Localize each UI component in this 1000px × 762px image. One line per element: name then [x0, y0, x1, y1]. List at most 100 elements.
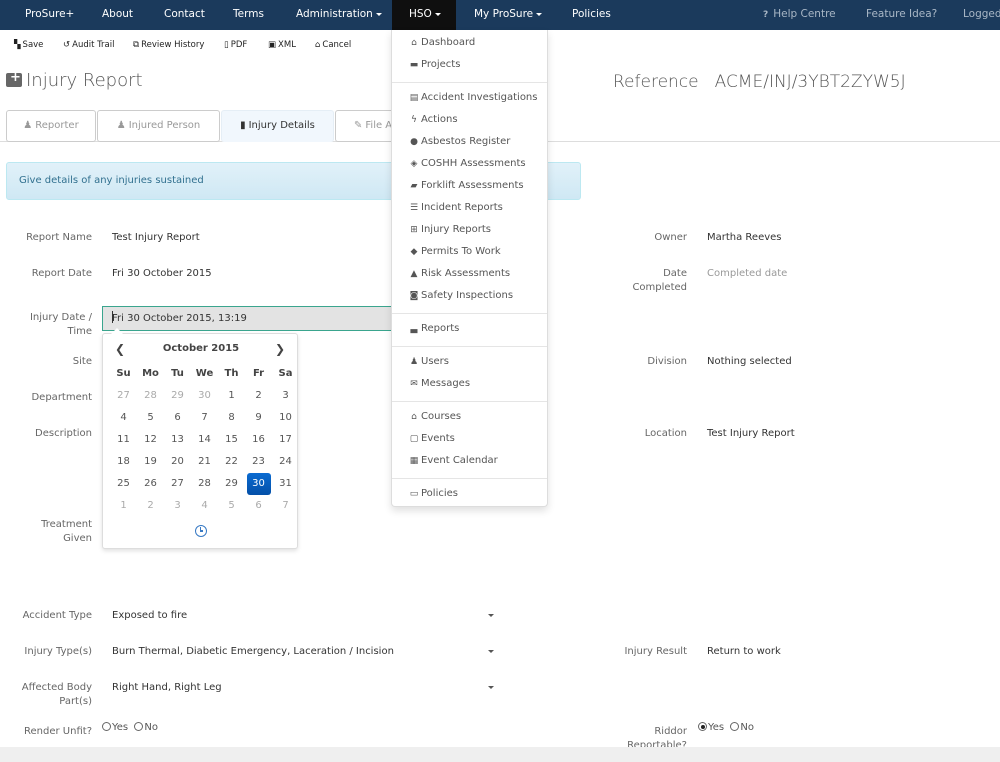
nav-help-centre[interactable]: ? Help Centre: [763, 0, 836, 30]
owner-value[interactable]: Martha Reeves: [707, 232, 782, 243]
day-cell[interactable]: 25: [110, 473, 137, 495]
selected-day[interactable]: 30: [246, 473, 271, 495]
day-cell[interactable]: 3: [164, 495, 191, 517]
day-cell[interactable]: 22: [218, 451, 245, 473]
report-name-value[interactable]: Test Injury Report: [112, 232, 200, 243]
day-cell[interactable]: 21: [191, 451, 218, 473]
menu-item-projects[interactable]: ▬ Projects: [409, 59, 461, 75]
menu-item-actions[interactable]: ϟ Actions: [409, 114, 458, 130]
menu-item-permits-to-work[interactable]: ◆ Permits To Work: [409, 246, 501, 262]
riddor-no-radio[interactable]: [730, 722, 740, 731]
location-value[interactable]: Test Injury Report: [707, 428, 795, 439]
menu-item-incident-reports[interactable]: ☰ Incident Reports: [409, 202, 503, 218]
render-unfit-no-radio[interactable]: [134, 722, 144, 731]
menu-item-risk-assessments[interactable]: ▲ Risk Assessments: [409, 268, 511, 284]
day-cell[interactable]: 16: [245, 429, 272, 451]
day-cell[interactable]: 15: [218, 429, 245, 451]
tab-injured-person[interactable]: ♟ Injured Person: [97, 110, 220, 142]
day-cell[interactable]: 2: [137, 495, 164, 517]
day-cell[interactable]: 4: [191, 495, 218, 517]
day-cell[interactable]: 30: [191, 385, 218, 407]
injury-types-select[interactable]: Burn Thermal, Diabetic Emergency, Lacera…: [112, 646, 497, 660]
menu-item-coshh-assessments[interactable]: ◈ COSHH Assessments: [409, 158, 526, 174]
pdf-button[interactable]: ▯ PDF: [224, 40, 247, 50]
day-cell[interactable]: 10: [272, 407, 299, 429]
day-cell[interactable]: 8: [218, 407, 245, 429]
menu-item-forklift-assessments[interactable]: ▰ Forklift Assessments: [409, 180, 524, 196]
riddor-yes-radio[interactable]: [698, 722, 707, 731]
audit-trail-button[interactable]: ↺ Audit Trail: [63, 40, 115, 50]
day-cell[interactable]: 1: [110, 495, 137, 517]
day-cell[interactable]: 20: [164, 451, 191, 473]
menu-item-policies[interactable]: ▭ Policies: [409, 488, 458, 504]
day-cell[interactable]: 7: [191, 407, 218, 429]
cancel-button[interactable]: ⌂ Cancel: [315, 40, 351, 50]
day-cell[interactable]: 18: [110, 451, 137, 473]
menu-item-dashboard[interactable]: ⌂ Dashboard: [409, 37, 475, 53]
nav-logged-in[interactable]: Logged: [963, 0, 1000, 30]
day-cell[interactable]: 24: [272, 451, 299, 473]
day-cell[interactable]: 27: [110, 385, 137, 407]
injury-date-input[interactable]: Fri 30 October 2015, 13:19: [102, 306, 402, 331]
accident-type-select[interactable]: Exposed to fire: [112, 610, 497, 624]
menu-item-accident-investigations[interactable]: ▤ Accident Investigations: [409, 92, 538, 108]
day-cell[interactable]: 6: [164, 407, 191, 429]
day-cell[interactable]: 1: [218, 385, 245, 407]
date-completed-input[interactable]: Completed date: [707, 268, 787, 279]
nav-policies[interactable]: Policies: [572, 0, 611, 30]
menu-item-events[interactable]: ▢ Events: [409, 433, 455, 449]
menu-item-asbestos-register[interactable]: ● Asbestos Register: [409, 136, 510, 152]
day-cell[interactable]: 27: [164, 473, 191, 495]
menu-item-injury-reports[interactable]: ⊞ Injury Reports: [409, 224, 491, 240]
review-history-button[interactable]: ⧉ Review History: [133, 40, 204, 50]
render-unfit-yes-radio[interactable]: [102, 722, 111, 731]
xml-button[interactable]: ▣ XML: [268, 40, 296, 50]
day-cell[interactable]: 29: [164, 385, 191, 407]
menu-item-messages[interactable]: ✉ Messages: [409, 378, 470, 394]
day-cell[interactable]: 5: [137, 407, 164, 429]
nav-hso[interactable]: HSO: [392, 0, 456, 30]
body-parts-select[interactable]: Right Hand, Right Leg: [112, 682, 497, 696]
day-cell[interactable]: 31: [272, 473, 299, 495]
nav-feature-idea[interactable]: Feature Idea?: [866, 0, 937, 30]
day-cell[interactable]: 17: [272, 429, 299, 451]
save-button[interactable]: ▚ Save: [14, 40, 43, 50]
day-cell[interactable]: 19: [137, 451, 164, 473]
day-cell[interactable]: 9: [245, 407, 272, 429]
chevron-right-icon[interactable]: ❯: [275, 342, 285, 356]
day-cell[interactable]: 5: [218, 495, 245, 517]
injury-result-select[interactable]: Return to work: [707, 646, 781, 657]
menu-item-event-calendar[interactable]: ▦ Event Calendar: [409, 455, 498, 471]
menu-item-users[interactable]: ♟ Users: [409, 356, 449, 372]
day-cell[interactable]: 3: [272, 385, 299, 407]
month-title[interactable]: October 2015: [143, 343, 259, 354]
day-cell[interactable]: 23: [245, 451, 272, 473]
division-select[interactable]: Nothing selected: [707, 356, 792, 367]
tab-reporter[interactable]: ♟ Reporter: [6, 110, 96, 142]
day-cell[interactable]: 6: [245, 495, 272, 517]
clock-icon[interactable]: [195, 525, 207, 537]
tab-injury-details[interactable]: ▮ Injury Details: [221, 110, 334, 142]
day-cell[interactable]: 29: [218, 473, 245, 495]
day-cell[interactable]: 2: [245, 385, 272, 407]
day-cell[interactable]: 12: [137, 429, 164, 451]
nav-prosure-plus[interactable]: ProSure+: [25, 0, 74, 30]
menu-item-reports[interactable]: ▃ Reports: [409, 323, 460, 339]
nav-about[interactable]: About: [102, 0, 133, 30]
day-cell[interactable]: 14: [191, 429, 218, 451]
nav-my-prosure[interactable]: My ProSure: [474, 0, 543, 30]
day-cell[interactable]: 7: [272, 495, 299, 517]
menu-item-courses[interactable]: ⌂ Courses: [409, 411, 461, 427]
nav-terms[interactable]: Terms: [233, 0, 264, 30]
day-cell[interactable]: 11: [110, 429, 137, 451]
day-cell[interactable]: 13: [164, 429, 191, 451]
day-cell[interactable]: 4: [110, 407, 137, 429]
day-cell[interactable]: 28: [191, 473, 218, 495]
day-cell[interactable]: 28: [137, 385, 164, 407]
nav-contact[interactable]: Contact: [164, 0, 205, 30]
chevron-left-icon[interactable]: ❮: [115, 342, 125, 356]
nav-administration[interactable]: Administration: [296, 0, 382, 30]
menu-item-safety-inspections[interactable]: ◙ Safety Inspections: [409, 290, 513, 306]
report-date-value[interactable]: Fri 30 October 2015: [112, 268, 212, 279]
day-cell[interactable]: 26: [137, 473, 164, 495]
